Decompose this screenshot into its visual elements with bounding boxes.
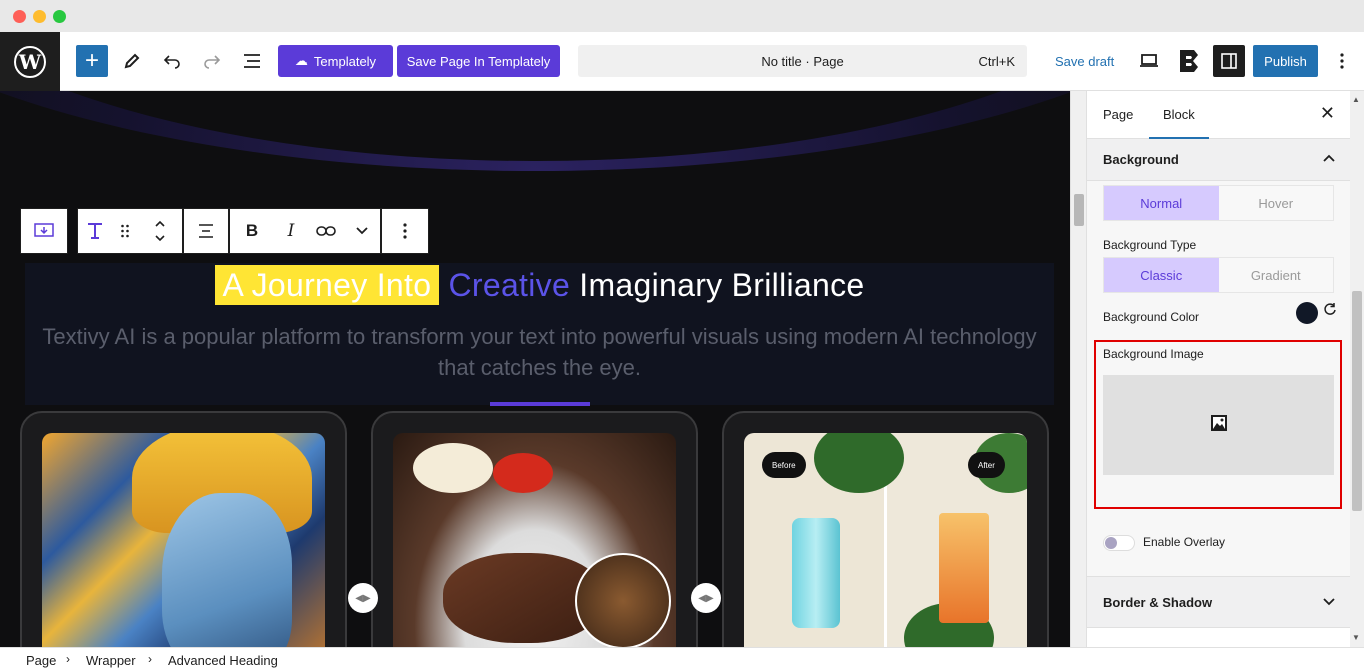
tab-block[interactable]: Block [1149,107,1209,139]
state-hover-button[interactable]: Hover [1219,186,1334,220]
bg-color-label: Background Color [1103,310,1200,324]
overlay-label: Enable Overlay [1143,535,1226,549]
bg-image-dropzone[interactable] [1103,375,1334,475]
laptop-icon[interactable] [1133,45,1165,77]
close-window-button[interactable] [13,10,26,23]
close-icon[interactable]: ✕ [1320,103,1335,124]
document-title: No title · Page [761,54,844,69]
sidebar-scroll-thumb[interactable] [1352,291,1362,511]
canvas-scroll-thumb[interactable] [1074,194,1084,226]
state-toggle: Normal Hover [1103,185,1334,221]
sidebar-scrollbar[interactable]: ▲ ▼ [1350,91,1364,647]
bg-color-swatch[interactable] [1296,302,1318,324]
heading-separator [490,402,590,406]
background-panel-header[interactable]: Background [1087,139,1351,181]
editor-canvas[interactable]: A Journey Into Creative Imaginary Brilli… [0,91,1070,647]
before-after-drink-image: Before After [744,433,1027,647]
wordpress-logo-icon[interactable]: W [0,32,60,91]
border-shadow-panel-header[interactable]: Border & Shadow [1087,576,1351,628]
compare-slider-handle[interactable]: ◀▶ [691,583,721,613]
sidebar-tabs: Page Block ✕ [1087,91,1351,139]
image-card-steak[interactable] [371,411,698,647]
editor-toolbar: W + ☁ Templately Save Page In Templately… [0,32,1364,91]
block-options-icon[interactable] [382,209,428,253]
page-heading[interactable]: A Journey Into Creative Imaginary Brilli… [25,265,1054,305]
command-palette-bar[interactable]: No title · Page Ctrl+K [578,45,1027,77]
background-panel-body: Normal Hover Background Type Classic Gra… [1087,181,1351,576]
block-parent-group [20,208,68,254]
bg-type-label: Background Type [1103,238,1197,252]
breadcrumb-item-wrapper[interactable]: Wrapper [86,653,136,668]
alignment-group [183,208,229,254]
maximize-window-button[interactable] [53,10,66,23]
compare-slider-handle[interactable]: ◀▶ [348,583,378,613]
bg-image-label: Background Image [1103,347,1204,361]
advanced-heading-block[interactable]: A Journey Into Creative Imaginary Brilli… [25,263,1054,405]
italic-icon[interactable]: I [274,209,308,253]
state-normal-button[interactable]: Normal [1104,186,1219,220]
type-gradient-button[interactable]: Gradient [1219,258,1334,292]
publish-button[interactable]: Publish [1253,45,1318,77]
border-shadow-title: Border & Shadow [1103,595,1213,610]
templately-button[interactable]: ☁ Templately [278,45,393,77]
align-center-icon[interactable] [184,209,228,253]
list-view-icon[interactable] [236,45,268,77]
before-badge: Before [762,452,806,478]
save-page-templately-button[interactable]: Save Page In Templately [397,45,560,77]
block-toolbar: B I [20,208,429,254]
undo-icon[interactable] [156,45,188,77]
heading-block-icon[interactable] [78,209,112,253]
sidebar-toggle-icon[interactable] [1213,45,1245,77]
canvas-scrollbar[interactable] [1070,91,1086,647]
breadcrumb: Page › Wrapper › Advanced Heading [0,647,1364,669]
image-placeholder-icon [1210,414,1228,437]
format-group: B I [229,208,381,254]
redo-icon[interactable] [196,45,228,77]
drag-handle-icon[interactable] [112,209,138,253]
tab-page[interactable]: Page [1103,107,1133,122]
eb-logo-icon[interactable] [1173,45,1205,77]
reset-icon[interactable] [1323,302,1337,319]
plus-icon: + [84,47,99,74]
scroll-up-arrow[interactable]: ▲ [1352,95,1360,104]
image-card-art[interactable] [20,411,347,647]
type-classic-button[interactable]: Classic [1104,258,1219,292]
add-block-button[interactable]: + [76,45,108,77]
chevron-up-icon [1323,149,1335,165]
block-type-group [77,208,183,254]
title-bar [0,0,1364,32]
after-badge: After [968,452,1005,478]
more-vertical-icon[interactable] [1326,45,1358,77]
heading-highlight: A Journey Into [214,265,440,305]
background-panel-title: Background [1103,152,1179,167]
save-draft-button[interactable]: Save draft [1055,54,1114,69]
options-group [381,208,429,254]
breadcrumb-item-page[interactable]: Page [26,653,56,668]
overlay-toggle[interactable] [1103,535,1135,551]
steak-plate-image [393,433,676,647]
pencil-icon[interactable] [116,45,148,77]
scroll-down-arrow[interactable]: ▼ [1352,633,1360,642]
heading-subtext[interactable]: Textivy AI is a popular platform to tran… [35,321,1044,383]
chevron-down-icon[interactable] [344,209,380,253]
bg-type-toggle: Classic Gradient [1103,257,1334,293]
bg-image-highlight: Background Image [1094,340,1342,509]
move-up-down-icon[interactable] [138,209,182,253]
settings-sidebar: Page Block ✕ Background Normal Hover Bac… [1086,91,1351,647]
chevron-right-icon: › [66,652,70,666]
heading-creative: Creative [448,267,571,303]
wrapper-block-icon[interactable] [21,209,67,253]
image-card-before-after[interactable]: Before After [722,411,1049,647]
chevron-right-icon: › [148,652,152,666]
bold-icon[interactable]: B [230,209,274,253]
minimize-window-button[interactable] [33,10,46,23]
heading-rest: Imaginary Brilliance [579,267,865,303]
templately-cloud-icon: ☁ [294,53,308,68]
chevron-down-icon [1323,593,1335,609]
link-icon[interactable] [308,209,344,253]
breadcrumb-item-advanced-heading[interactable]: Advanced Heading [168,653,278,668]
app-window: W + ☁ Templately Save Page In Templately… [0,0,1364,669]
shortcut-hint: Ctrl+K [978,54,1015,69]
ai-portrait-image [42,433,325,647]
